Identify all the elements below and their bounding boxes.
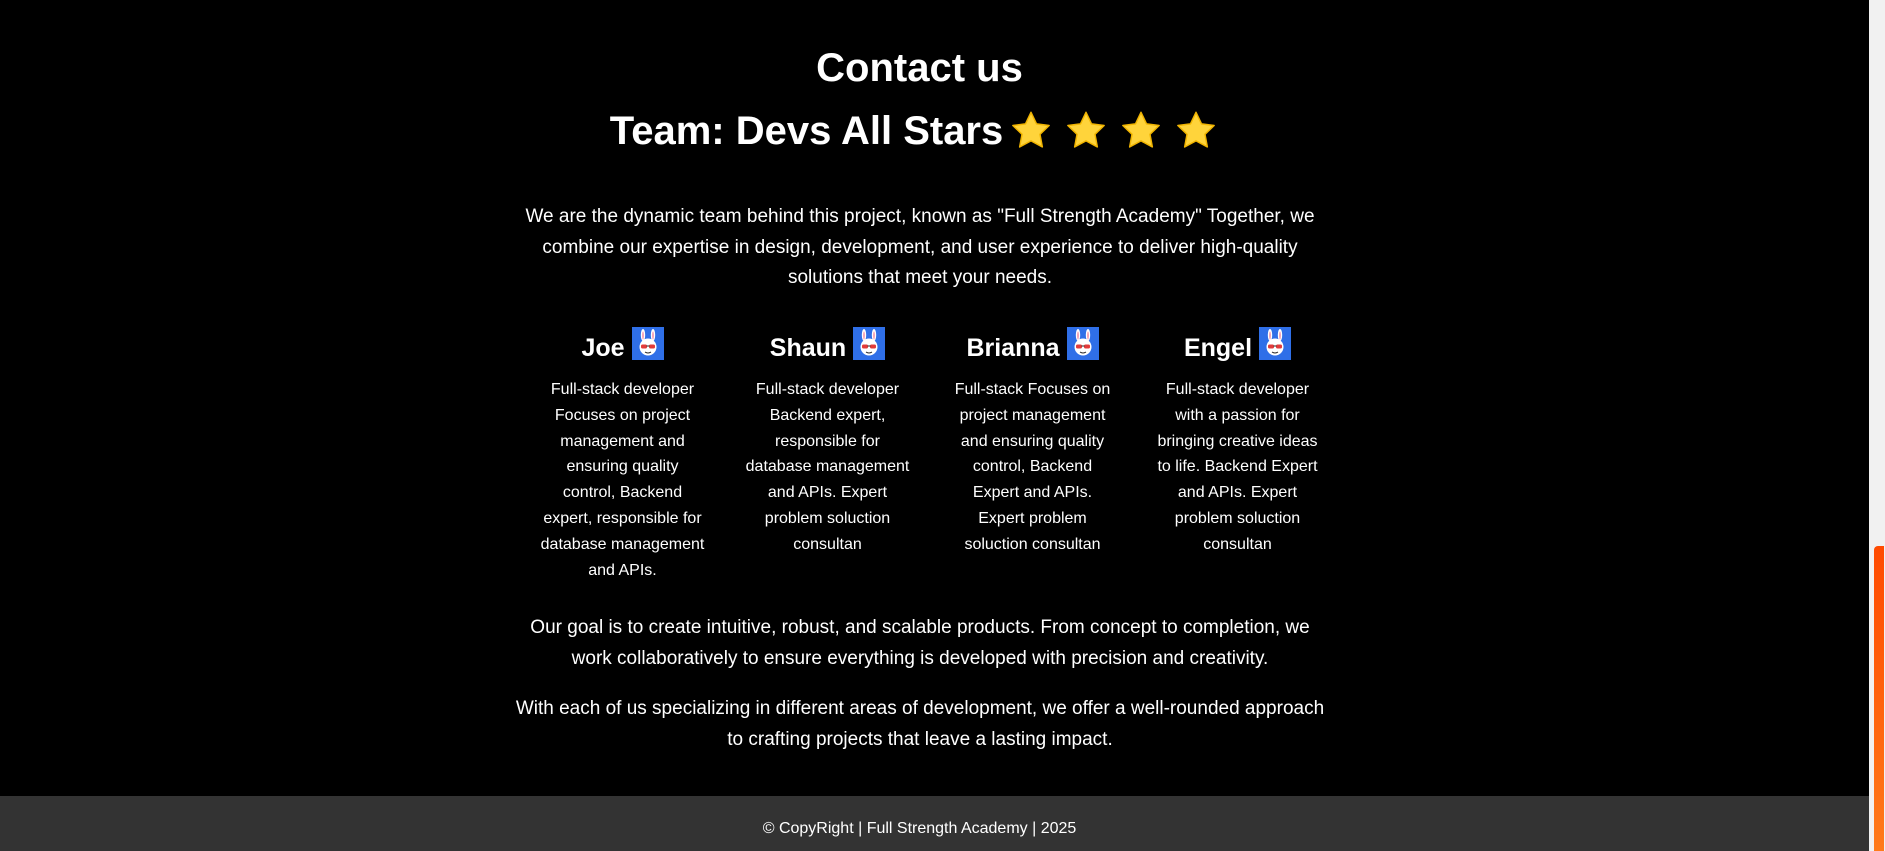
star-icon <box>1119 109 1163 153</box>
footer: © CopyRight | Full Strength Academy | 20… <box>0 796 1869 851</box>
bunny-avatar-icon <box>1259 327 1291 360</box>
member-description: Full-stack developer Backend expert, res… <box>745 381 910 553</box>
contact-section: Contact us Team: Devs All Stars We are t… <box>0 0 1869 795</box>
member-name: Engel <box>1183 334 1253 362</box>
intro-paragraph: We are the dynamic team behind this proj… <box>525 206 1315 288</box>
page: Contact us Team: Devs All Stars We are t… <box>0 0 1869 851</box>
member-header: Engel <box>1135 323 1340 363</box>
member-header: Joe <box>520 323 725 363</box>
star-icon <box>1009 109 1053 153</box>
approach-paragraph: With each of us specializing in differen… <box>515 698 1325 750</box>
star-rating <box>1009 109 1229 153</box>
member-description: Full-stack developer Focuses on project … <box>540 381 705 579</box>
page-scrollbar[interactable] <box>1869 0 1885 851</box>
bunny-avatar-icon <box>632 327 664 360</box>
scrollbar-thumb[interactable] <box>1874 546 1884 851</box>
member-card-engel: Engel Full-stack developer with a passio… <box>1135 323 1340 583</box>
member-header: Brianna <box>930 323 1135 363</box>
star-icon <box>1174 109 1218 153</box>
member-card-joe: Joe Full-stack developer Focuses on proj… <box>520 323 725 583</box>
member-name: Joe <box>581 334 625 362</box>
member-card-shaun: Shaun Full-stack developer Backend exper… <box>725 323 930 583</box>
member-description: Full-stack developer with a passion for … <box>1157 381 1318 553</box>
page-title: Contact us <box>816 46 1023 90</box>
star-icon <box>1064 109 1108 153</box>
goal-paragraph: Our goal is to create intuitive, robust,… <box>530 617 1310 669</box>
member-name: Brianna <box>966 334 1060 362</box>
member-header: Shaun <box>725 323 930 363</box>
member-name: Shaun <box>769 334 847 362</box>
copyright-text: © CopyRight | Full Strength Academy | 20… <box>762 820 1077 837</box>
bunny-avatar-icon <box>1067 327 1099 360</box>
team-title: Team: Devs All Stars <box>0 107 1839 155</box>
member-card-brianna: Brianna Full-stack Focuses on project ma… <box>930 323 1135 583</box>
member-description: Full-stack Focuses on project management… <box>954 381 1111 553</box>
bunny-avatar-icon <box>853 327 885 360</box>
team-members: Joe Full-stack developer Focuses on proj… <box>520 323 1340 583</box>
team-title-text: Team: Devs All Stars <box>609 109 1004 153</box>
